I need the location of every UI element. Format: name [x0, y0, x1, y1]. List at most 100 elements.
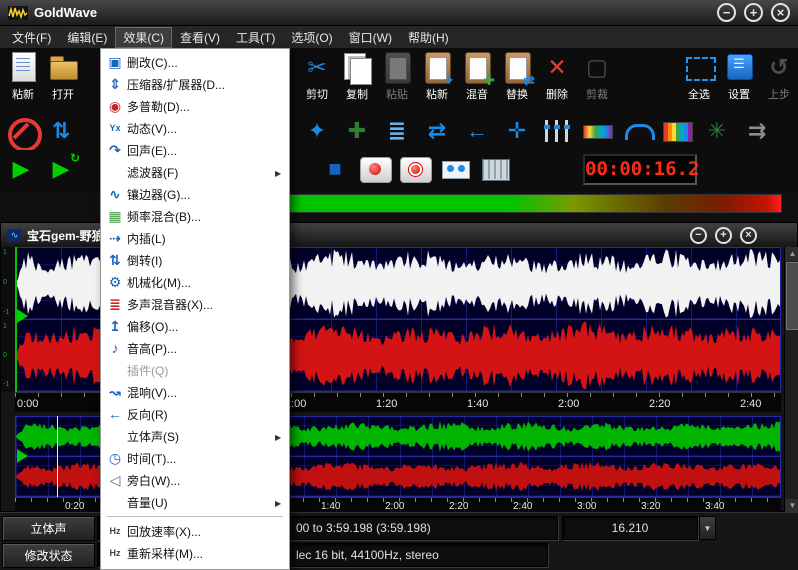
spectrum-icon[interactable] — [660, 114, 694, 148]
menu-item-invert[interactable]: ⇅ 倒转(I) — [103, 249, 287, 271]
time-label: 2:00 — [385, 501, 404, 512]
menu-item-icon: ↷ — [103, 143, 127, 157]
maximize-button[interactable]: + — [744, 3, 763, 22]
stop-button[interactable]: ■ — [318, 152, 352, 186]
toolbar-icon — [682, 50, 716, 84]
menubar-item-file[interactable]: 文件(F) — [4, 27, 59, 48]
scrollbar-thumb[interactable] — [786, 262, 798, 330]
toolbar-trim-button[interactable]: ▢ 剪裁 — [578, 50, 616, 102]
menu-item-interpolate[interactable]: ⇢ 内插(L) — [103, 227, 287, 249]
menu-item-dynamics[interactable]: Yx 动态(V)... — [103, 117, 287, 139]
menu-item-compressor-expander[interactable]: ⇕ 压缩器/扩展器(D... — [103, 73, 287, 95]
smooth-cut-icon[interactable]: ✳ — [700, 114, 734, 148]
toolbar-select-all-button[interactable]: 全选 — [680, 50, 718, 102]
toolbar-delete-button[interactable]: ✕ 删除 — [538, 50, 576, 102]
menu-item-icon: ↥ — [103, 319, 127, 333]
video-button[interactable] — [478, 152, 512, 186]
menubar-item-effects[interactable]: 效果(C) — [115, 27, 172, 48]
toolbar-icon: ▢ — [580, 50, 614, 84]
minimize-button[interactable]: − — [717, 3, 736, 22]
toolbar-paste-button[interactable]: 粘贴 — [378, 50, 416, 102]
amplitude-label: 0 — [3, 352, 7, 359]
toolbar-icon: ✦ — [420, 50, 454, 84]
forward-steps-icon[interactable]: ⇉ — [740, 114, 774, 148]
toolbar-undo-button[interactable]: ↺ 上步 — [760, 50, 798, 102]
toolbar-mix-button[interactable]: ✚ 混音 — [458, 50, 496, 102]
swap-channels-icon[interactable]: ⇄ — [420, 114, 454, 148]
menu-item-reverse[interactable]: ← 反向(R) — [103, 403, 287, 425]
menubar-item-view[interactable]: 查看(V) — [172, 27, 228, 48]
menubar-item-help[interactable]: 帮助(H) — [400, 27, 457, 48]
toolbar-cut-button[interactable]: ✂ 剪切 — [298, 50, 336, 102]
dropdown-button[interactable]: ▼ — [699, 516, 716, 540]
titlebar: GoldWave − + × — [0, 0, 798, 26]
time-label: 2:40 — [740, 398, 761, 410]
play-selection-button[interactable]: ▶↻ — [44, 152, 78, 186]
overview-playback-marker-icon — [17, 449, 28, 463]
toolbar-paste-new-file-button[interactable]: 粘新 — [4, 50, 42, 102]
overview-position-marker[interactable] — [57, 416, 58, 497]
menu-item-censor[interactable]: ▣ 删改(C)... — [103, 51, 287, 73]
monitor-off-icon[interactable] — [4, 114, 38, 148]
toolbar-icon: ✚ — [460, 50, 494, 84]
scroll-down-icon[interactable]: ▼ — [785, 499, 798, 513]
marker-button[interactable] — [438, 152, 472, 186]
time-label: 2:00 — [558, 398, 579, 410]
toolbar-icon — [722, 50, 756, 84]
amplitude-label: -1 — [3, 381, 9, 388]
menubar-item-window[interactable]: 窗口(W) — [341, 27, 400, 48]
play-button[interactable]: ▶ — [4, 152, 38, 186]
record-loop-button[interactable] — [398, 152, 432, 186]
menu-item-volume[interactable]: 音量(U) — [103, 491, 287, 513]
menu-item-multichannel-mixer[interactable]: ≣ 多声混音器(X)... — [103, 293, 287, 315]
cue-list-icon[interactable]: ≣ — [380, 114, 414, 148]
menu-item-flanger[interactable]: ∿ 镶边器(G)... — [103, 183, 287, 205]
toolbar-replace-button[interactable]: ⇄ 替换 — [498, 50, 536, 102]
toolbar-paste-new-button[interactable]: ✦ 粘新 — [418, 50, 456, 102]
toolbar-open-button[interactable]: 打开 — [44, 50, 82, 102]
menu-item-icon: ◷ — [103, 451, 127, 465]
menu-item-pitch[interactable]: ♪ 音高(P)... — [103, 337, 287, 359]
menu-item-playback-rate[interactable]: Hz 回放速率(X)... — [103, 520, 287, 542]
step-back-icon[interactable]: ← — [460, 114, 494, 148]
doc-maximize-button[interactable]: + — [715, 227, 732, 244]
record-button[interactable] — [358, 152, 392, 186]
doc-close-button[interactable]: × — [740, 227, 757, 244]
menu-item-frequency-blend[interactable]: ▦ 频率混合(B)... — [103, 205, 287, 227]
menubar-item-tools[interactable]: 工具(T) — [228, 27, 283, 48]
time-label: 3:40 — [705, 501, 724, 512]
menu-item-stereo[interactable]: 立体声(S) — [103, 425, 287, 447]
pan-cross-icon[interactable]: ✛ — [500, 114, 534, 148]
menu-item-mechanize[interactable]: ⚙ 机械化(M)... — [103, 271, 287, 293]
position-value-panel: 16.210 — [562, 516, 698, 540]
preset-star-icon[interactable]: ✦ — [300, 114, 334, 148]
menu-item-voice-over[interactable]: ◁ 旁白(W)... — [103, 469, 287, 491]
menu-item-echo[interactable]: ↷ 回声(E)... — [103, 139, 287, 161]
menu-item-time-warp[interactable]: ◷ 时间(T)... — [103, 447, 287, 469]
modify-status-button[interactable]: 修改状态 — [2, 543, 95, 568]
menubar-item-options[interactable]: 选项(O) — [283, 27, 340, 48]
rainbow-bar-icon[interactable] — [580, 114, 614, 148]
time-display: 00:00:16.2 — [583, 154, 697, 185]
scroll-up-icon[interactable]: ▲ — [785, 247, 798, 261]
image-add-icon[interactable]: ✚ — [340, 114, 374, 148]
channel-mode-button[interactable]: 立体声 — [2, 516, 95, 541]
menu-item-plugin[interactable]: 插件(Q) — [103, 359, 287, 381]
doc-minimize-button[interactable]: − — [690, 227, 707, 244]
menu-item-doppler[interactable]: ◉ 多普勒(D)... — [103, 95, 287, 117]
time-label: 3:00 — [577, 501, 596, 512]
menu-item-filter[interactable]: 滤波器(F) — [103, 161, 287, 183]
close-button[interactable]: × — [771, 3, 790, 22]
toolbar-settings-button[interactable]: 设置 — [720, 50, 758, 102]
menu-item-reverb[interactable]: ↝ 混响(V)... — [103, 381, 287, 403]
seek-arrows-icon[interactable]: ⇅ — [44, 114, 78, 148]
toolbar-copy-button[interactable]: 复制 — [338, 50, 376, 102]
menu-item-offset[interactable]: ↥ 偏移(O)... — [103, 315, 287, 337]
menu-item-resample[interactable]: Hz 重新采样(M)... — [103, 542, 287, 564]
menubar-item-edit[interactable]: 编辑(E) — [59, 27, 115, 48]
menu-item-icon: ▦ — [103, 209, 127, 223]
menu-item-icon: ↝ — [103, 385, 127, 399]
filter-sliders-icon[interactable] — [540, 114, 574, 148]
vertical-scrollbar[interactable]: ▲ ▼ — [784, 247, 798, 513]
comb-filter-icon[interactable] — [620, 114, 654, 148]
